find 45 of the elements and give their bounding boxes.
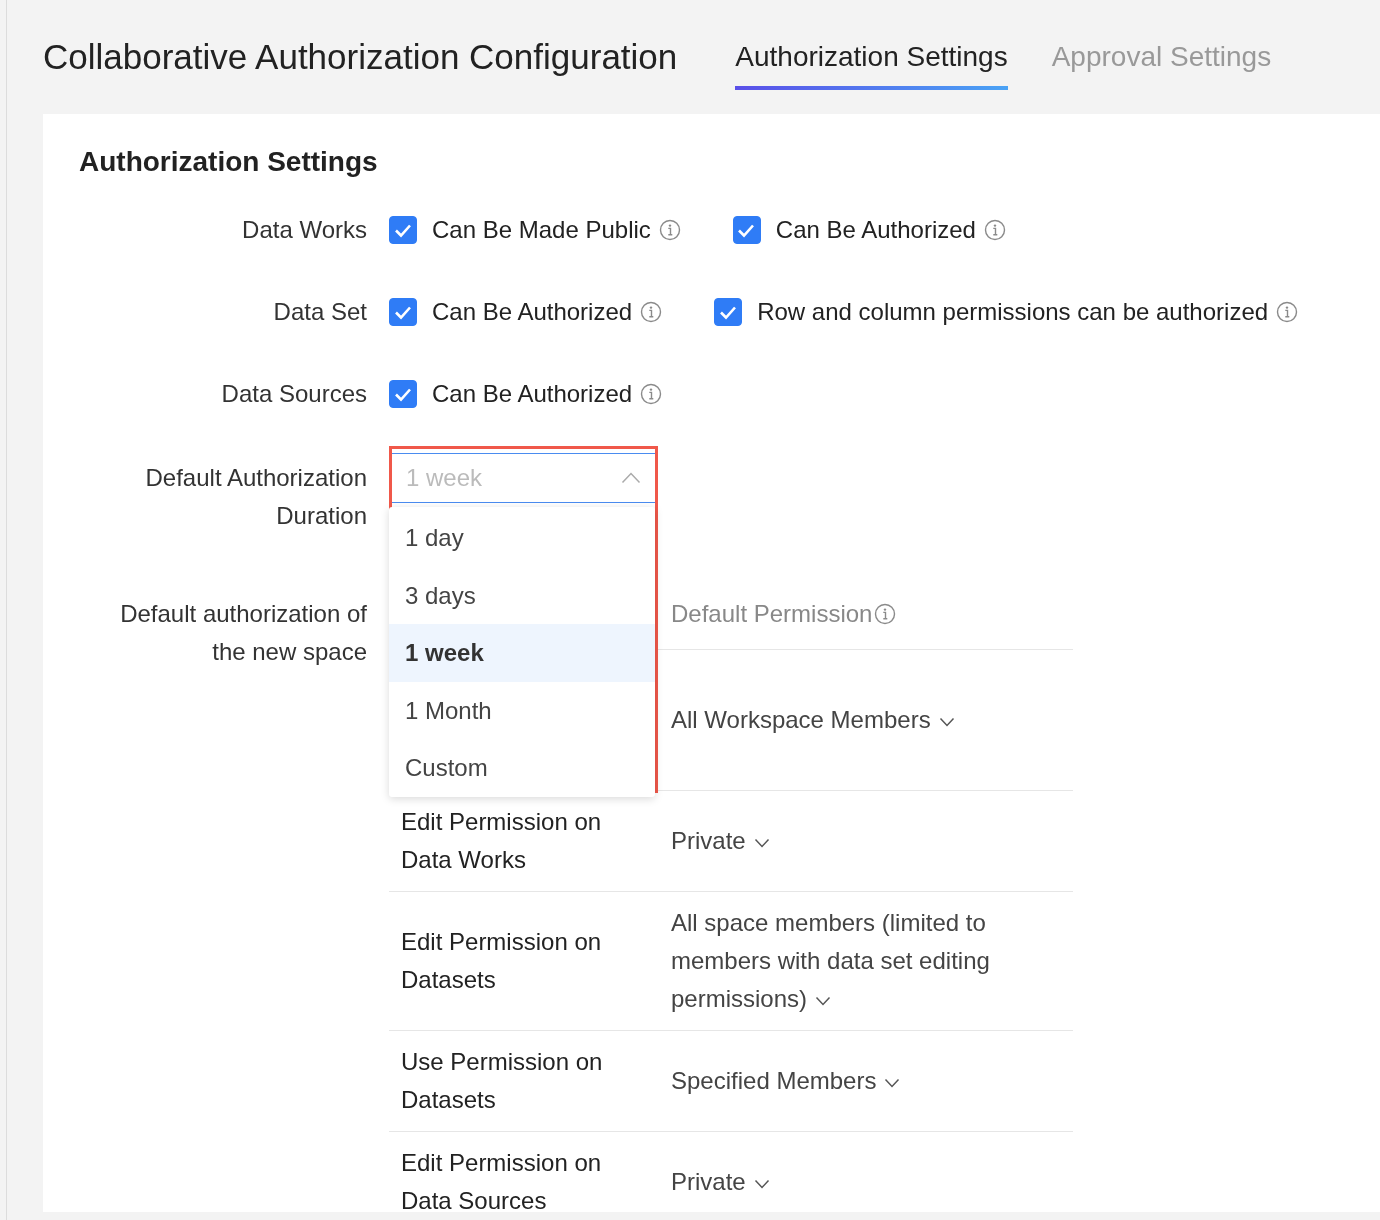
page-title: Collaborative Authorization Configuration [43,36,678,78]
dropdown-option[interactable]: 1 Month [389,681,655,739]
table-cell-text: Edit Permission on Data Works [401,807,603,875]
table-cell-text: Edit Permission on Data Sources [401,1148,603,1212]
checkbox[interactable] [389,380,417,408]
checkbox[interactable] [714,298,743,326]
chevron-up-icon [621,472,641,484]
chevron-down-icon[interactable] [753,1178,770,1189]
chevron-down-icon[interactable] [884,1077,901,1088]
dropdown-option[interactable]: Custom [389,739,655,797]
table-cell-text: Use Permission on Datasets [401,1047,604,1115]
section-title: Authorization Settings [79,145,379,179]
info-icon [640,383,663,405]
info-icon [658,219,681,241]
permission-select[interactable]: All space members (limited to members with data set editing permissions) [671,904,1021,1018]
chevron-down-icon[interactable] [938,716,955,727]
table-cell-text: Edit Permission on Datasets [401,927,603,995]
checkbox[interactable] [732,216,761,244]
checkbox[interactable] [389,216,417,244]
dropdown-option[interactable]: 1 week [389,624,655,682]
permission-select[interactable]: Private [671,1163,770,1201]
tab[interactable]: Authorization Settings [735,36,1008,90]
checkbox[interactable] [389,298,417,326]
field-label: Data Works [241,215,367,245]
checkbox-label: Can Be Authorized [432,379,633,409]
column-header: Default Permission [671,599,873,629]
field-label: Default authorization of the new space [119,599,367,667]
field-label: Data Set [272,297,367,327]
field-label: Data Sources [220,379,367,409]
permission-select[interactable]: Private [671,822,770,860]
chevron-down-icon[interactable] [815,995,832,1006]
chevron-down-icon[interactable] [753,837,770,848]
info-icon [1276,301,1299,323]
permission-select[interactable]: Specified Members [671,1062,901,1100]
info-icon [640,301,663,323]
checkbox-label: Can Be Authorized [775,215,976,245]
permission-select[interactable]: All Workspace Members [671,701,955,739]
dropdown-option[interactable]: 3 days [389,566,655,624]
dropdown-option[interactable]: 1 day [389,509,655,567]
checkbox-label: Can Be Made Public [432,215,651,245]
checkbox-label: Row and column permissions can be authorized [757,297,1269,327]
info-icon [874,603,897,625]
checkbox-label: Can Be Authorized [432,297,633,327]
info-icon [983,219,1006,241]
field-label: Default Authorization Duration [144,463,367,531]
